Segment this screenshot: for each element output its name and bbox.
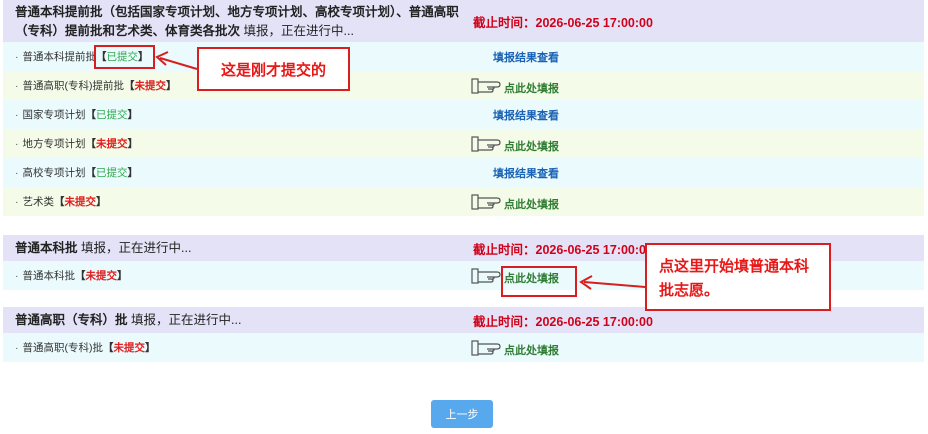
section-status-note: 填报，正在进行中... [243,24,354,38]
bracket: 】 [127,109,139,121]
bracket: 【 [85,167,97,179]
fill-in-link-text: 点此处填报 [504,82,559,95]
bracket: 【 [103,342,114,354]
item-name: 普通本科批 [22,270,76,282]
bracket: 【 [124,80,135,92]
fill-in-link-text: 点此处填报 [504,198,559,211]
bracket: 【 [54,196,65,208]
bracket: 】 [127,138,139,150]
section-title: 普通本科批 填报，正在进行中... [3,235,465,261]
annotation-start-note: 点这里开始填普通本科批志愿。 [645,243,831,311]
item-name: 地方专项计划 [22,138,86,150]
annotation-submitted-note: 这是刚才提交的 [197,47,350,91]
section-title-text: 普通高职（专科）批 [15,312,128,327]
status-submitted: 已提交 [96,109,128,121]
status-unsubmitted: 未提交 [85,270,118,282]
item-name: 高校专项计划 [22,167,86,179]
bracket: 】 [96,196,107,208]
list-item: · 国家专项计划【已提交】 填报结果查看 [3,100,924,129]
bracket: 】 [127,167,139,179]
view-result-link[interactable]: 填报结果查看 [493,165,559,181]
section-header: 普通本科提前批（包括国家专项计划、地方专项计划、高校专项计划）、普通高职（专科）… [3,0,924,42]
pointing-hand-icon [471,193,501,210]
item-name: 国家专项计划 [22,109,86,121]
fill-in-link-text: 点此处填报 [504,140,559,153]
pointing-hand-icon [471,77,501,94]
bracket: 】 [166,80,177,92]
bullet: · [15,166,19,179]
item-name: 普通高职(专科)提前批 [22,80,125,92]
fill-in-link[interactable]: 点此处填报 [471,77,559,95]
bracket: 【 [85,109,97,121]
section-status-note: 填报，正在进行中... [81,240,192,255]
item-name: 普通高职(专科)批 [22,342,104,354]
bullet: · [15,195,19,208]
status-unsubmitted: 未提交 [96,138,128,150]
pointing-hand-icon [471,267,501,284]
bullet: · [15,108,19,121]
fill-in-link[interactable]: 点此处填报 [471,339,559,357]
bullet: · [15,137,19,150]
section-early-batch: 普通本科提前批（包括国家专项计划、地方专项计划、高校专项计划）、普通高职（专科）… [3,0,924,216]
status-submitted: 已提交 [96,167,128,179]
status-unsubmitted: 未提交 [113,342,146,354]
deadline: 截止时间：2026-06-25 17:00:00 [465,0,924,42]
list-item: · 地方专项计划【未提交】 点此处填报 [3,129,924,158]
section-status-note: 填报，正在进行中... [131,312,242,327]
list-item: · 普通高职(专科)提前批【未提交】 点此处填报 [3,71,924,100]
view-result-link[interactable]: 填报结果查看 [493,107,559,123]
section-vocational-batch: 普通高职（专科）批 填报，正在进行中... 截止时间：2026-06-25 17… [3,307,924,362]
status-unsubmitted: 未提交 [64,196,97,208]
pointing-hand-icon [471,339,501,356]
back-button[interactable]: 上一步 [431,400,493,428]
bracket: 】 [145,342,156,354]
list-item: · 高校专项计划【已提交】 填报结果查看 [3,158,924,187]
list-item: · 普通高职(专科)批【未提交】 点此处填报 [3,333,924,362]
bracket: 【 [85,138,97,150]
fill-in-link[interactable]: 点此处填报 [471,135,559,153]
section-title-text: 普通本科提前批（包括国家专项计划、地方专项计划、高校专项计划）、普通高职（专科）… [15,5,459,38]
section-title-text: 普通本科批 [15,240,78,255]
section-title: 普通高职（专科）批 填报，正在进行中... [3,307,465,333]
bracket: 】 [117,270,128,282]
bullet: · [15,341,19,354]
section-title: 普通本科提前批（包括国家专项计划、地方专项计划、高校专项计划）、普通高职（专科）… [3,0,465,42]
pointing-hand-icon [471,135,501,152]
highlight-box-fill-link [501,266,577,297]
bracket: 【 [75,270,86,282]
bullet: · [15,50,19,63]
fill-in-link[interactable]: 点此处填报 [471,193,559,211]
list-item: · 艺术类【未提交】 点此处填报 [3,187,924,216]
bullet: · [15,79,19,92]
view-result-link[interactable]: 填报结果查看 [493,49,559,65]
status-unsubmitted: 未提交 [134,80,167,92]
fill-in-link-text: 点此处填报 [504,344,559,357]
highlight-box-submitted [94,45,155,69]
item-name: 艺术类 [22,196,55,208]
bullet: · [15,269,19,282]
item-name: 普通本科提前批 [22,51,97,63]
